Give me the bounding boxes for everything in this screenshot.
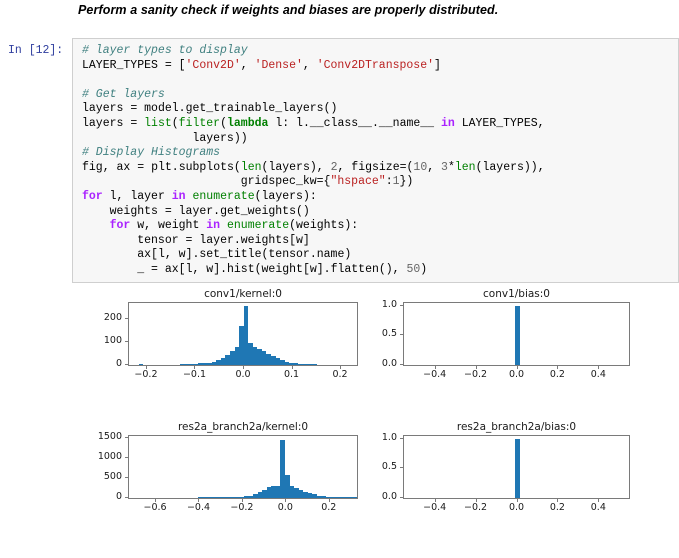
chart-bars-res2a-branch2a-bias: [404, 436, 629, 498]
x-axis-tick-label: 0.2: [549, 502, 565, 513]
markdown-instruction-text: Perform a sanity check if weights and bi…: [78, 3, 499, 17]
matplotlib-output-figure: conv1/kernel:0 0 100 200 −0.2 −0.1 0.0 0.1 0.2 co…: [0, 288, 679, 558]
x-axis-tick-mark: [516, 499, 518, 502]
histogram-bar: [515, 438, 520, 498]
notebook-page: Perform a sanity check if weights and bi…: [0, 0, 679, 558]
y-axis-tick-label: 1.0: [381, 431, 397, 443]
x-axis-tick-label: −0.4: [423, 502, 447, 513]
y-axis-tick-label: 0.5: [381, 461, 397, 473]
chart-axes-res2a-branch2a-bias: [403, 435, 630, 499]
x-axis-tick-label: 0.4: [590, 502, 606, 513]
x-axis-tick-mark: [557, 499, 559, 502]
x-axis-tick-mark: [434, 499, 436, 502]
cell-execution-prompt: In [12]:: [8, 44, 64, 57]
y-axis-tick-mark: [400, 437, 403, 439]
code-editor-content[interactable]: # layer types to display LAYER_TYPES = […: [82, 44, 545, 278]
x-axis-tick-mark: [598, 499, 600, 502]
chart-res2a-branch2a-bias: res2a_branch2a/bias:0 0.0 0.5 1.0 −0.4 −0.2 0.…: [0, 288, 679, 558]
x-axis-tick-label: 0.0: [508, 502, 525, 513]
y-axis-tick-label: 0.0: [381, 491, 397, 502]
chart-title-res2a-branch2a-bias: res2a_branch2a/bias:0: [456, 421, 577, 433]
x-axis-tick-mark: [475, 499, 477, 502]
y-axis-tick-mark: [400, 467, 403, 469]
code-cell[interactable]: # layer types to display LAYER_TYPES = […: [72, 38, 679, 283]
y-axis-tick-mark: [400, 497, 403, 498]
x-axis-tick-label: −0.2: [464, 502, 488, 513]
